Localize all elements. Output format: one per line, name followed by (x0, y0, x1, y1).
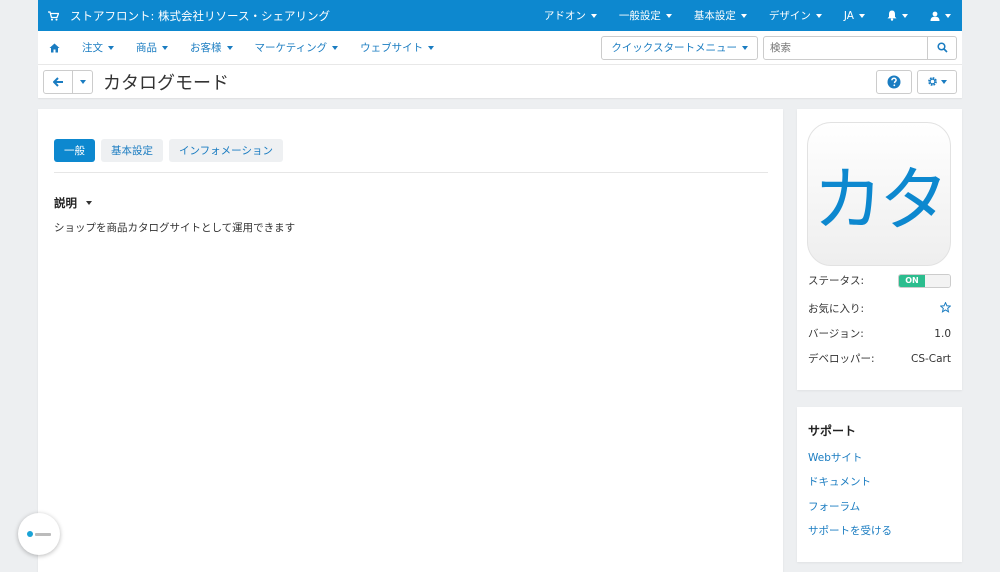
tab-general[interactable]: 一般 (54, 139, 95, 162)
tab-bar: 一般 基本設定 インフォメーション (54, 139, 289, 162)
divider (54, 172, 768, 173)
chevron-down-icon (428, 45, 435, 50)
search-input[interactable] (763, 35, 928, 60)
arrow-left-icon (52, 76, 63, 87)
search-icon (936, 42, 948, 53)
home-icon[interactable] (49, 43, 61, 53)
cart-icon[interactable] (48, 10, 62, 21)
chevron-down-icon (740, 13, 747, 18)
help-icon (887, 75, 901, 88)
gear-icon (928, 77, 937, 86)
chevron-down-icon (162, 45, 168, 50)
back-button-group (43, 69, 93, 94)
back-button[interactable] (43, 69, 73, 94)
quickstart-menu-button[interactable]: クイックスタートメニュー (601, 35, 758, 60)
notifications-menu[interactable] (876, 0, 919, 31)
chevron-down-icon (665, 13, 672, 18)
description-section-toggle[interactable]: 説明 (54, 195, 92, 211)
top-bar: ストアフロント: 株式会社リソース・シェアリング アドオン 一般設定 基本設定 … (38, 0, 962, 31)
support-link-get-support[interactable]: サポートを受ける (808, 523, 892, 538)
nav-marketing[interactable]: マーケティング (244, 40, 350, 55)
chevron-down-icon (941, 79, 947, 84)
nav-customers[interactable]: お客様 (179, 40, 244, 55)
chevron-down-icon (79, 79, 86, 84)
topnav-language[interactable]: JA (833, 0, 876, 31)
user-icon (930, 11, 940, 21)
addon-icon: カタ (807, 122, 951, 266)
topnav-addons[interactable]: アドオン (533, 0, 608, 31)
storefront-link[interactable]: ストアフロント: 株式会社リソース・シェアリング (70, 8, 330, 24)
chevron-down-icon (226, 45, 233, 50)
status-toggle[interactable]: ON (898, 273, 951, 288)
support-title: サポート (808, 424, 857, 438)
page-title: カタログモード (103, 72, 229, 94)
support-link-docs[interactable]: ドキュメント (808, 474, 871, 489)
chevron-down-icon (86, 201, 92, 205)
top-nav: アドオン 一般設定 基本設定 デザイン JA (533, 0, 962, 31)
chevron-down-icon (742, 45, 748, 50)
chevron-down-icon (815, 13, 822, 18)
addon-info-panel: カタ ステータス: ON お気に入り: バージョン: 1.0 デベロッパー: C… (797, 109, 962, 390)
chevron-down-icon (108, 45, 114, 50)
support-link-forum[interactable]: フォーラム (808, 499, 860, 514)
chevron-down-icon (590, 13, 597, 18)
chevron-down-icon (332, 45, 339, 50)
version-value: 1.0 (934, 327, 951, 340)
favorite-row: お気に入り: (808, 300, 952, 316)
user-menu[interactable] (919, 0, 962, 31)
bell-icon (887, 10, 897, 21)
nav-website[interactable]: ウェブサイト (349, 40, 445, 55)
developer-row: デベロッパー: CS-Cart (808, 352, 951, 366)
settings-dropdown-button[interactable] (917, 69, 957, 94)
chevron-down-icon (945, 13, 951, 18)
addon-description: ショップを商品カタログサイトとして運用できます (54, 222, 296, 234)
help-button[interactable] (876, 69, 912, 94)
search-button[interactable] (928, 35, 957, 60)
support-panel: サポート Webサイト ドキュメント フォーラム サポートを受ける (797, 407, 962, 562)
tab-basic-settings[interactable]: 基本設定 (101, 139, 163, 162)
title-actions (876, 69, 957, 94)
topnav-general-settings[interactable]: 一般設定 (608, 0, 683, 31)
nav-products[interactable]: 商品 (125, 40, 179, 55)
main-nav: 注文 商品 お客様 マーケティング ウェブサイト クイックスタートメニュー (38, 31, 962, 65)
status-row: ステータス: ON (808, 273, 951, 288)
tab-information[interactable]: インフォメーション (169, 139, 283, 162)
topnav-design[interactable]: デザイン (758, 0, 833, 31)
back-dropdown-button[interactable] (73, 69, 93, 94)
nav-right-tools: クイックスタートメニュー (601, 35, 957, 60)
logo-icon (27, 531, 33, 537)
chevron-down-icon (859, 13, 865, 18)
support-link-website[interactable]: Webサイト (808, 450, 862, 465)
main-content: 一般 基本設定 インフォメーション 説明 ショップを商品カタログサイトとして運用… (38, 109, 783, 572)
developer-value: CS-Cart (911, 352, 951, 365)
floating-widget-button[interactable] (18, 513, 60, 555)
version-row: バージョン: 1.0 (808, 327, 951, 341)
star-icon[interactable] (939, 300, 952, 316)
title-bar: カタログモード (38, 65, 962, 98)
topnav-basic-settings[interactable]: 基本設定 (683, 0, 758, 31)
search-box (763, 35, 957, 60)
chevron-down-icon (902, 13, 908, 18)
nav-orders[interactable]: 注文 (71, 40, 125, 55)
